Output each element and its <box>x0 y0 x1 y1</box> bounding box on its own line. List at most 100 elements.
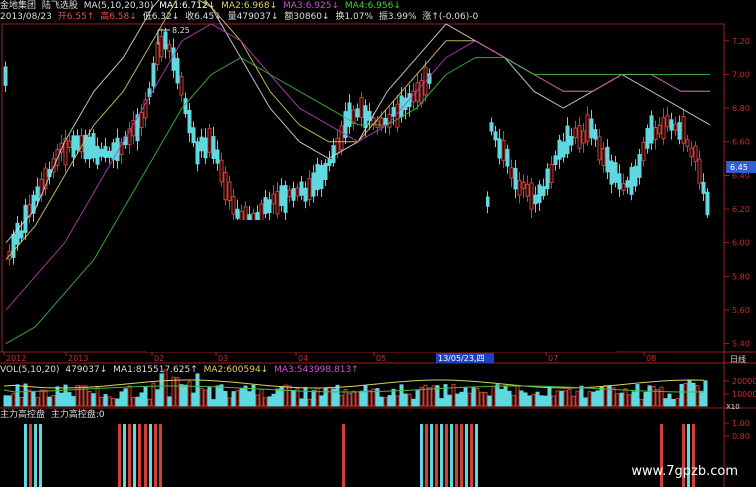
volume-bar <box>199 387 204 407</box>
volume-bar <box>383 397 388 407</box>
volume-bar <box>411 398 416 407</box>
volume-bar <box>167 396 172 407</box>
candle-body <box>653 127 658 141</box>
candle-body <box>625 180 630 188</box>
candle-body <box>363 105 368 129</box>
candle-body <box>187 109 192 134</box>
volume-bar <box>187 381 192 407</box>
candle-body <box>303 187 308 202</box>
candle-body <box>359 97 364 118</box>
volume-bar <box>139 392 144 407</box>
candle-body <box>513 168 518 190</box>
ind-tick-label: 0.80 <box>732 432 750 441</box>
volume-bar <box>255 394 260 407</box>
volume-bar <box>567 388 572 407</box>
volume-bar <box>359 390 364 407</box>
candle-body <box>661 117 666 140</box>
candle-body <box>323 163 328 181</box>
volume-bar <box>227 397 232 407</box>
candle-body <box>179 76 184 96</box>
candle-body <box>275 190 280 215</box>
vol-axis-unit: X10 <box>726 403 740 411</box>
indicator-bar <box>123 424 126 487</box>
candle-body <box>211 136 216 160</box>
volume-bar <box>555 390 560 407</box>
volume-bar <box>483 391 488 407</box>
volume-bar <box>671 398 676 407</box>
candle-body <box>155 42 160 65</box>
candle-body <box>227 181 232 201</box>
volume-bar <box>339 394 344 407</box>
volume-bar <box>511 395 516 407</box>
price-tick-label: 7.00 <box>732 70 750 79</box>
volume-bar <box>651 386 656 407</box>
candle-body <box>235 208 240 219</box>
candle-body <box>319 164 324 190</box>
volume-bar <box>135 396 140 407</box>
volume-bar <box>39 389 44 407</box>
candle-body <box>195 141 200 165</box>
volume-bar <box>131 397 136 407</box>
volume-bar <box>475 387 480 407</box>
volume-bar <box>387 395 392 407</box>
volume-bar <box>611 387 616 407</box>
date-tick-label: 03 <box>218 354 228 363</box>
volume-bar <box>559 390 564 407</box>
candle-body <box>327 159 332 167</box>
vol-ma1-line <box>3 379 705 389</box>
volume-bar <box>459 391 464 407</box>
volume-bar <box>299 398 304 407</box>
ind-tick-label: 1.00 <box>732 419 750 428</box>
candle-body <box>171 47 176 71</box>
candle-body <box>383 117 388 126</box>
candle-body <box>657 124 662 135</box>
volume-bar <box>147 398 152 407</box>
price-tick-label: 5.60 <box>732 306 750 315</box>
indicator-bar <box>133 424 136 487</box>
candle-body <box>15 222 20 245</box>
candle-body <box>629 166 634 195</box>
volume-bar <box>315 387 320 407</box>
volume-bar <box>547 387 552 407</box>
volume-bar <box>507 390 512 407</box>
price-tick-label: 5.80 <box>732 272 750 281</box>
candle-body <box>175 58 180 84</box>
volume-bar <box>415 389 420 407</box>
candle-body <box>375 120 380 128</box>
high-marker-label: 8.25 <box>172 26 190 35</box>
price-tick-label: 6.80 <box>732 104 750 113</box>
volume-bar <box>327 386 332 407</box>
volume-bar <box>207 386 212 407</box>
volume-bar <box>583 397 588 407</box>
candle-body <box>673 123 678 131</box>
volume-bar <box>379 396 384 407</box>
volume-bar <box>631 391 636 407</box>
candle-body <box>183 98 188 115</box>
volume-bar <box>307 398 312 407</box>
volume-bar <box>323 387 328 407</box>
volume-bar <box>179 384 184 407</box>
candle-body <box>569 136 574 146</box>
indicator-bar <box>420 424 423 487</box>
volume-bar <box>615 393 620 407</box>
candle-body <box>649 115 654 144</box>
candle-body <box>399 95 404 118</box>
volume-bar <box>75 385 80 407</box>
volume-bar <box>95 387 100 407</box>
candle-body <box>355 108 360 118</box>
candle-body <box>67 140 72 149</box>
candle-body <box>307 178 312 200</box>
candle-body <box>669 119 674 131</box>
candle-body <box>577 125 582 149</box>
candle-body <box>581 130 586 144</box>
kline-chart[interactable]: 8.255.49 7.207.006.806.606.406.206.005.8… <box>0 0 756 487</box>
candle-body <box>295 187 300 197</box>
volume-bar <box>683 382 688 407</box>
volume-bar <box>575 390 580 407</box>
volume-bar <box>479 391 484 407</box>
candle-body <box>243 206 248 221</box>
candle-body <box>95 145 100 165</box>
volume-bar <box>491 385 496 407</box>
candle-body <box>493 131 498 141</box>
volume-bar <box>191 392 196 407</box>
